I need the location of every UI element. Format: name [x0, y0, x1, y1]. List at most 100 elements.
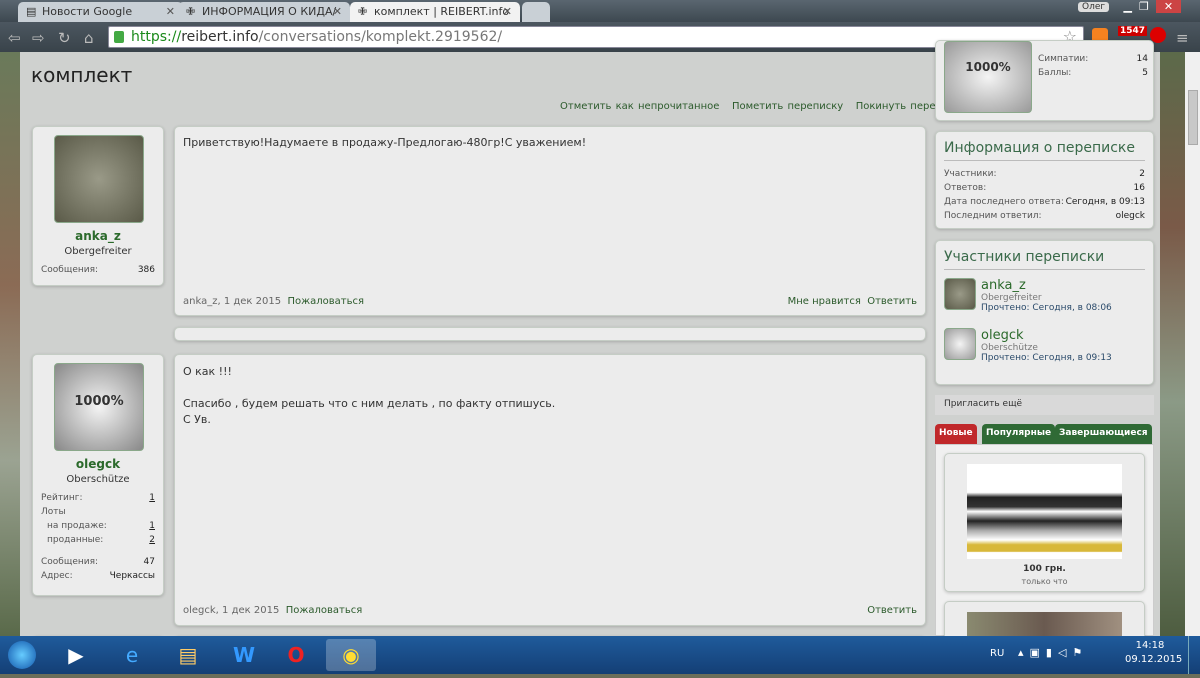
username[interactable]: anka_z [41, 229, 155, 243]
participant-read: Прочтено: Сегодня, в 08:06 [981, 303, 1112, 313]
cross-icon: ✙ [186, 5, 196, 18]
lot-image-knife[interactable] [967, 464, 1122, 559]
tab-info[interactable]: ✙ ИНФОРМАЦИЯ О КИДА/✕ [178, 2, 350, 22]
participant-name[interactable]: anka_z [981, 278, 1145, 293]
my-avatar[interactable]: 1000% [944, 41, 1032, 113]
lot-price: 100 грн. [1023, 564, 1066, 574]
conversation-actions: Отметить как непрочитанное Пометить пере… [560, 101, 966, 112]
reply-link[interactable]: Ответить [867, 296, 917, 307]
info-label: Дата последнего ответа: [944, 197, 1064, 207]
internet-explorer-icon[interactable]: e [108, 639, 156, 671]
show-desktop-button[interactable] [1188, 636, 1200, 674]
google-news-icon: ▤ [26, 5, 37, 18]
report-link[interactable]: Пожаловаться [286, 605, 363, 616]
post-meta[interactable]: anka_z, 1 дек 2015 [183, 296, 281, 307]
background-camo [0, 52, 20, 636]
home-icon[interactable]: ⌂ [84, 29, 94, 47]
menu-icon[interactable]: ≡ [1176, 29, 1189, 47]
stat-label: Симпатии: [1038, 54, 1089, 64]
media-player-icon[interactable]: ▶ [52, 639, 100, 671]
report-link[interactable]: Пожаловаться [287, 296, 364, 307]
sold-link[interactable]: 2 [149, 535, 155, 545]
file-explorer-icon[interactable]: ▤ [164, 639, 212, 671]
stat-value: 5 [1142, 68, 1148, 78]
message-line: Спасибо , будем решать что с ним делать … [183, 397, 556, 410]
stat-label: проданные: [47, 535, 104, 545]
user-rank: Oberschütze [66, 474, 130, 485]
start-button[interactable] [0, 639, 44, 671]
message-text: Приветствую!Надумаете в продажу-Предлога… [183, 136, 587, 149]
username[interactable]: olegck [41, 457, 155, 471]
avatar[interactable] [54, 135, 144, 223]
forward-icon[interactable]: ⇨ [32, 29, 45, 47]
conversation-info: Информация о переписке Участники: 2 Ответ… [935, 131, 1154, 229]
language-indicator[interactable]: RU [990, 648, 1004, 659]
close-tab-icon[interactable]: ✕ [503, 5, 512, 18]
tab-popular-lots[interactable]: Популярные [982, 424, 1056, 444]
opera-icon[interactable]: O [272, 639, 320, 671]
user-rank: Obergefreiter [64, 246, 132, 257]
tab-ending-lots[interactable]: Завершающиеся [1055, 424, 1152, 444]
word-icon[interactable]: W [220, 639, 268, 671]
clock[interactable]: 14:18 09.12.2015 [1125, 640, 1183, 665]
participants-box: Участники переписки anka_z Obergefreiter… [935, 240, 1154, 385]
stat-value: Черкассы [109, 571, 155, 581]
back-icon[interactable]: ⇦ [8, 29, 21, 47]
reply-link[interactable]: Ответить [867, 605, 917, 616]
mark-unread-link[interactable]: Отметить как непрочитанное [560, 101, 719, 112]
on-sale-link[interactable]: 1 [149, 521, 155, 531]
stat-label: Баллы: [1038, 68, 1072, 78]
participant-rank: Oberschütze [981, 343, 1038, 353]
like-link[interactable]: Мне нравится [788, 296, 861, 307]
info-value: 2 [1139, 169, 1145, 179]
post-meta[interactable]: olegck, 1 дек 2015 [183, 605, 279, 616]
cross-icon: ✙ [358, 5, 368, 18]
avatar[interactable] [944, 328, 976, 360]
user-card-anka_z: anka_z Obergefreiter Сообщения: 386 [32, 126, 164, 286]
avatar[interactable]: 1000% [54, 363, 144, 451]
info-value: 16 [1133, 183, 1145, 193]
invite-more-link[interactable]: Пригласить ещё [935, 395, 1154, 415]
stat-label: Сообщения: [41, 265, 99, 275]
reload-icon[interactable]: ↻ [58, 29, 71, 47]
chrome-icon[interactable]: ◉ [326, 639, 376, 671]
section-title: Участники переписки [944, 249, 1145, 270]
user-card-olegck: 1000% olegck Oberschütze Рейтинг: 1 Лоты … [32, 354, 164, 596]
background-camo [1160, 52, 1185, 636]
avatar[interactable] [944, 278, 976, 310]
participant: olegck Oberschütze Прочтено: Сегодня, в … [944, 328, 1145, 378]
windows-taskbar: ▶ e ▤ W O ◉ RU ▴▣▮◁⚑ 14:18 09.12.2015 [0, 636, 1200, 674]
participant-name[interactable]: olegck [981, 328, 1145, 343]
stat-value: 14 [1136, 54, 1148, 64]
tab-google-news[interactable]: ▤ Новости Google ✕ [18, 2, 183, 22]
star-conversation-link[interactable]: Пометить переписку [732, 101, 843, 112]
close-tab-icon[interactable]: ✕ [166, 5, 175, 18]
participant-read: Прочтено: Сегодня, в 09:13 [981, 353, 1112, 363]
lot-card[interactable]: 100 грн. только что [944, 453, 1145, 592]
gmail-badge[interactable]: 1547 [1118, 26, 1148, 36]
tab-new-lots[interactable]: Новые [935, 424, 977, 444]
last-replier-link[interactable]: olegck [1116, 211, 1145, 221]
stat-label: Адрес: [41, 571, 73, 581]
tab-komplekt[interactable]: ✙ комплект | REIBERT.info ✕ [350, 2, 520, 22]
user-badge[interactable]: Олег [1078, 2, 1110, 12]
lot-card[interactable] [944, 601, 1145, 642]
stat-label: на продаже: [47, 521, 107, 531]
clock-date: 09.12.2015 [1125, 654, 1183, 665]
info-label: Последним ответил: [944, 211, 1042, 221]
clock-time: 14:18 [1135, 640, 1165, 651]
new-tab-button[interactable] [522, 2, 550, 22]
tray-icons[interactable]: ▴▣▮◁⚑ [1018, 646, 1088, 659]
page-title: комплект [31, 63, 133, 87]
window-controls[interactable]: ▁ ❐ ✕ [1120, 0, 1200, 18]
section-title: Информация о переписке [944, 140, 1145, 161]
profile-box: 1000% Симпатии: 14 Баллы: 5 [935, 40, 1154, 121]
lock-icon [114, 31, 124, 43]
browser-tab-bar: ▤ Новости Google ✕ ✙ ИНФОРМАЦИЯ О КИДА/✕ ✙ к… [0, 0, 1200, 22]
close-tab-icon[interactable]: ✕ [333, 5, 342, 18]
rating-link[interactable]: 1 [149, 493, 155, 503]
scrollbar-thumb[interactable] [1188, 90, 1198, 145]
lot-time: только что [1021, 577, 1068, 586]
stat-value: 47 [143, 557, 155, 567]
stat-label: Рейтинг: [41, 493, 83, 503]
